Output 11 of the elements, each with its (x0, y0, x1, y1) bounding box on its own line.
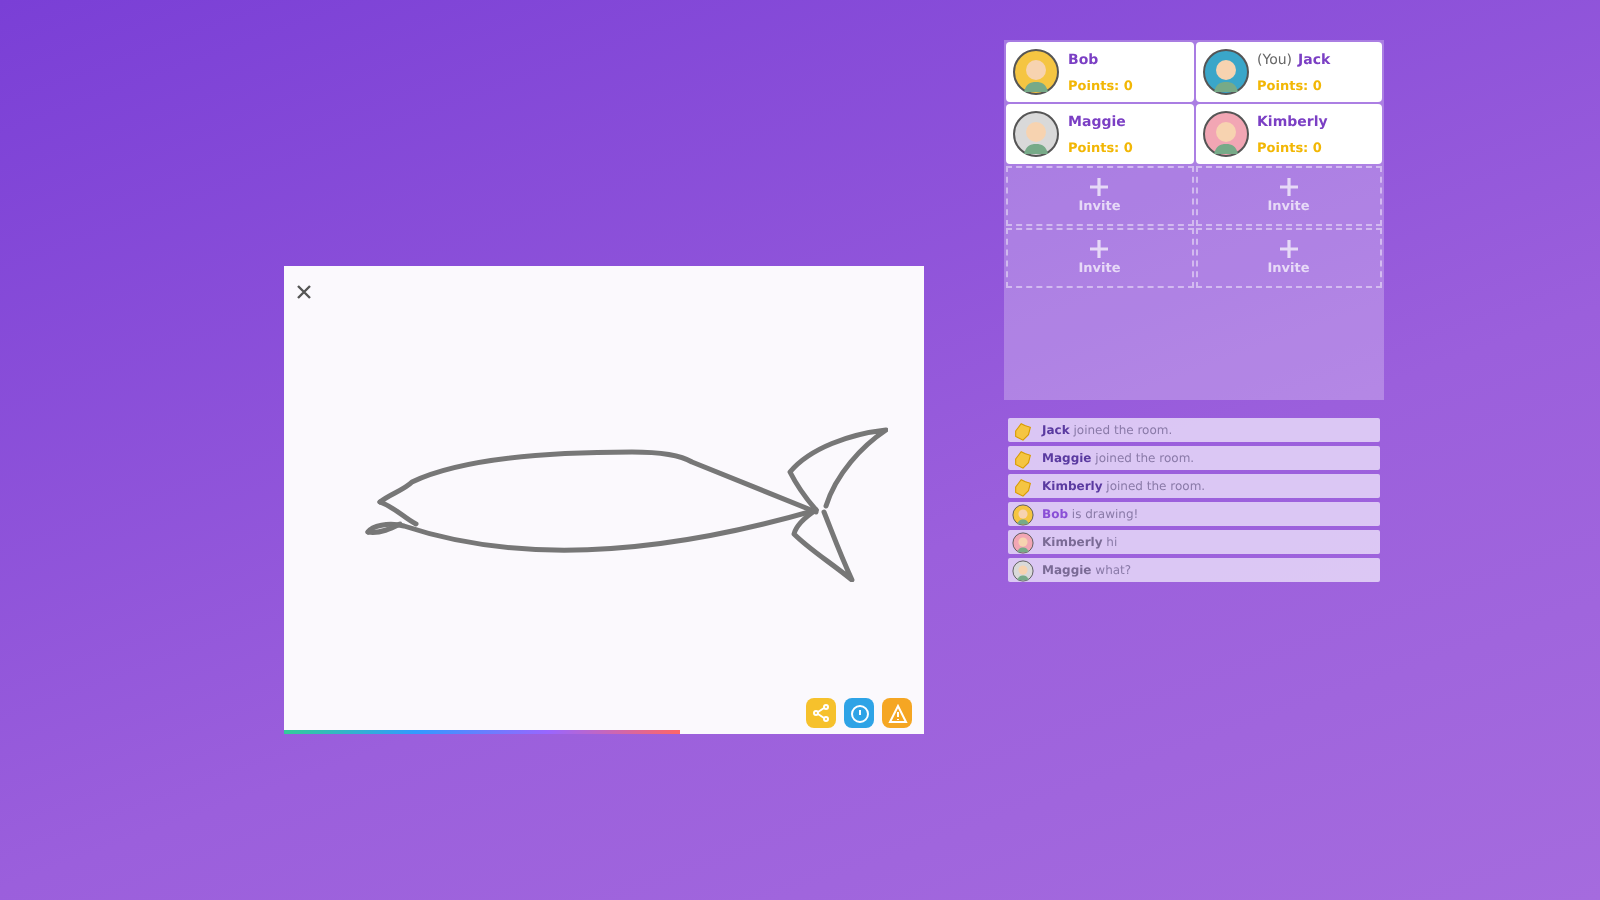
share-icon (812, 704, 830, 722)
clock-icon (849, 703, 869, 723)
close-icon (296, 284, 312, 300)
share-button[interactable] (806, 698, 836, 728)
plus-icon (1279, 240, 1298, 258)
plus-icon (1090, 178, 1109, 196)
clock-button[interactable] (844, 698, 874, 728)
plus-icon (1090, 240, 1109, 258)
report-button[interactable] (882, 698, 912, 728)
warning-icon (887, 703, 907, 723)
plus-icon (1279, 178, 1298, 196)
